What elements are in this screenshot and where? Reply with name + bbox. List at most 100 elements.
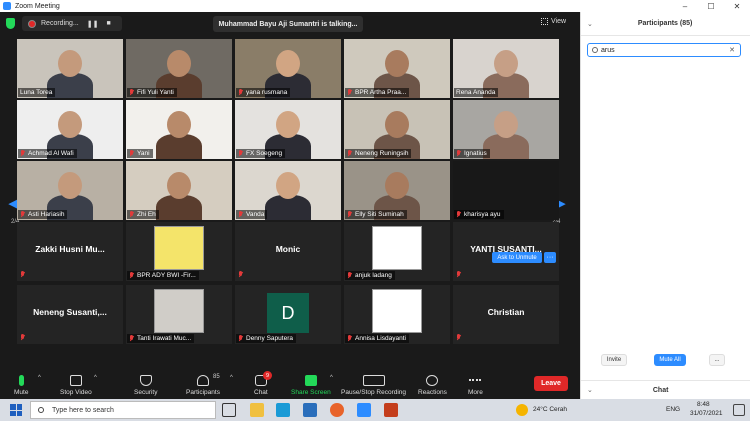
muted-mic-icon	[347, 272, 352, 279]
language-indicator[interactable]: ENG	[666, 406, 680, 413]
maximize-button[interactable]: ☐	[698, 0, 724, 12]
participant-tile[interactable]: Christian	[453, 285, 559, 344]
share-options-caret-icon[interactable]: ^	[330, 375, 333, 381]
close-button[interactable]: ✕	[724, 0, 750, 12]
participant-tile[interactable]: kharisya ayu	[453, 161, 559, 220]
title-bar: Zoom Meeting – ☐ ✕	[0, 0, 750, 12]
weather-sun-icon[interactable]	[516, 404, 528, 416]
participant-name-tag: Tanti Irawati Muc...	[127, 334, 195, 343]
muted-mic-icon	[20, 334, 25, 341]
reactions-button[interactable]: Reactions	[418, 369, 447, 399]
pause-stop-recording-button[interactable]: Pause/Stop Recording	[341, 369, 406, 399]
participant-tile[interactable]: BPR ADY BWI -Fir...	[126, 222, 232, 281]
zoom-taskbar-icon[interactable]	[357, 403, 371, 417]
taskbar-search-input[interactable]: Type here to search	[30, 401, 216, 419]
participant-display-name: Zakki Husni Mu...	[35, 244, 105, 254]
participant-name: Elly Siti Suminah	[355, 211, 404, 218]
participant-name: FX Soegeng	[246, 150, 283, 157]
participant-tile[interactable]: Vanda	[235, 161, 341, 220]
participant-tile[interactable]: Achmad Al Wafi	[17, 100, 123, 159]
participant-name: Fifi Yuli Yanti	[137, 89, 174, 96]
participants-panel: ⌄ Participants (85) arus ✕ Invite Mute A…	[580, 12, 750, 399]
notifications-icon[interactable]	[733, 404, 745, 416]
participant-name: Ignatius	[464, 150, 487, 157]
participant-tile[interactable]: Tanti Irawati Muc...	[126, 285, 232, 344]
active-speaker-banner: Muhammad Bayu Aji Sumantri is talking...	[213, 16, 363, 32]
minimize-button[interactable]: –	[672, 0, 698, 12]
participant-name: Zhi Eh	[137, 211, 156, 218]
participant-name: Neneng Runingsih	[355, 150, 409, 157]
participant-tile[interactable]: Luna Torea	[17, 39, 123, 98]
security-shield-icon	[139, 375, 152, 386]
view-button[interactable]: View	[541, 18, 566, 25]
powerpoint-icon[interactable]	[384, 403, 398, 417]
share-screen-button[interactable]: Share Screen	[291, 369, 331, 399]
video-options-caret-icon[interactable]: ^	[94, 375, 97, 381]
participant-tile[interactable]: Zakki Husni Mu...	[17, 222, 123, 281]
participant-tile[interactable]: anjuk ladang	[344, 222, 450, 281]
participant-name-tag: Rena Ananda	[454, 88, 499, 97]
security-button[interactable]: Security	[134, 369, 157, 399]
participant-tile[interactable]: BPR Artha Praa...	[344, 39, 450, 98]
audio-options-caret-icon[interactable]: ^	[38, 375, 41, 381]
leave-meeting-button[interactable]: Leave	[534, 376, 568, 391]
participant-name: Achmad Al Wafi	[28, 150, 74, 157]
participant-tile[interactable]: Zhi Eh	[126, 161, 232, 220]
store-icon[interactable]	[303, 403, 317, 417]
participant-tile[interactable]: yana rusmana	[235, 39, 341, 98]
participant-tile[interactable]: Elly Siti Suminah	[344, 161, 450, 220]
panel-more-button[interactable]: ...	[709, 354, 725, 366]
participant-tile[interactable]: Asti Hariasih	[17, 161, 123, 220]
stop-recording-icon[interactable]: ■	[106, 20, 110, 27]
chat-panel-header: ⌄ Chat	[581, 380, 750, 399]
mute-label: Mute	[14, 389, 29, 396]
participant-name: Yani	[137, 150, 150, 157]
muted-mic-icon	[129, 272, 134, 279]
participant-name-tag: BPR ADY BWI -Fir...	[127, 271, 199, 280]
participant-tile[interactable]: FX Soegeng	[235, 100, 341, 159]
microphone-icon	[18, 375, 24, 386]
pause-recording-icon[interactable]: ❚❚	[87, 20, 99, 28]
share-screen-label: Share Screen	[291, 389, 331, 396]
collapse-chat-icon[interactable]: ⌄	[587, 386, 593, 394]
clear-search-icon[interactable]: ✕	[729, 46, 735, 54]
participant-tile[interactable]: Rena Ananda	[453, 39, 559, 98]
stop-video-button[interactable]: Stop Video	[60, 369, 92, 399]
mute-button[interactable]: Mute	[14, 369, 28, 399]
chat-label: Chat	[254, 389, 268, 396]
meeting-topbar: Recording... ❚❚ ■ Muhammad Bayu Aji Suma…	[0, 12, 580, 36]
participant-tile[interactable]: Ignatius	[453, 100, 559, 159]
muted-mic-icon	[456, 334, 461, 341]
participants-count: 85	[213, 374, 220, 380]
collapse-panel-icon[interactable]: ⌄	[587, 20, 593, 28]
task-view-icon[interactable]	[222, 403, 236, 417]
invite-button[interactable]: Invite	[601, 354, 627, 366]
tile-more-button[interactable]: ···	[544, 252, 556, 263]
participant-tile[interactable]: Yani	[126, 100, 232, 159]
edge-browser-icon[interactable]	[276, 403, 290, 417]
file-explorer-icon[interactable]	[250, 403, 264, 417]
participant-tile[interactable]: Neneng Runingsih	[344, 100, 450, 159]
windows-start-icon[interactable]	[10, 404, 22, 416]
participant-name: Asti Hariasih	[28, 211, 65, 218]
participant-tile[interactable]: Fifi Yuli Yanti	[126, 39, 232, 98]
mute-all-button[interactable]: Mute All	[654, 354, 686, 366]
participant-tile[interactable]: Neneng Susanti,...	[17, 285, 123, 344]
ask-to-unmute-button[interactable]: Ask to Unmute	[492, 252, 542, 263]
encryption-shield-icon[interactable]	[6, 18, 15, 29]
participant-display-name: Neneng Susanti,...	[33, 307, 107, 317]
participant-name-tag: Fifi Yuli Yanti	[127, 88, 177, 97]
more-dots-icon	[469, 379, 482, 382]
firefox-icon[interactable]	[330, 403, 344, 417]
chat-unread-badge: 9	[263, 371, 272, 380]
participant-tile[interactable]: Annisa Lisdayanti	[344, 285, 450, 344]
participant-profile-image	[372, 289, 422, 333]
participant-search-input[interactable]: arus ✕	[587, 43, 741, 57]
grid-view-icon	[541, 18, 548, 25]
participant-tile[interactable]: D Denny Saputera	[235, 285, 341, 344]
more-button[interactable]: More	[468, 369, 483, 399]
participant-tile[interactable]: Monic	[235, 222, 341, 281]
participants-options-caret-icon[interactable]: ^	[230, 375, 233, 381]
share-screen-icon	[304, 375, 317, 386]
participant-name-tag: Denny Saputera	[236, 334, 296, 343]
